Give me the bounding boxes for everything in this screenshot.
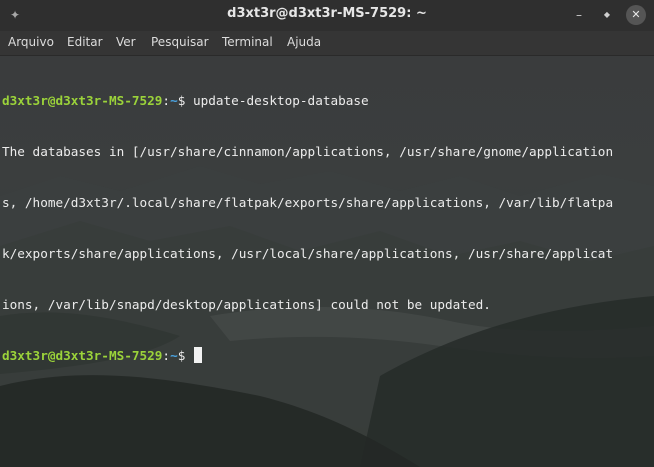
menu-terminal[interactable]: Terminal: [222, 35, 273, 49]
prompt-separator: :: [162, 93, 171, 108]
output-line: The databases in [/usr/share/cinnamon/ap…: [2, 144, 614, 159]
output-line: k/exports/share/applications, /usr/local…: [2, 246, 614, 261]
minimize-button[interactable]: –: [568, 4, 590, 26]
prompt-dollar: $: [177, 93, 193, 108]
menu-bar: Arquivo Editar Ver Pesquisar Terminal Aj…: [0, 31, 654, 56]
menu-pesquisar[interactable]: Pesquisar: [151, 35, 209, 49]
output-line: ions, /var/lib/snapd/desktop/application…: [2, 297, 491, 312]
terminal-window: ✦ d3xt3r@d3xt3r-MS-7529: ~ – ◆ ✕ Arquivo…: [0, 0, 654, 467]
command-line: d3xt3r@d3xt3r-MS-7529:~$ update-desktop-…: [2, 92, 652, 109]
prompt-user-host: d3xt3r@d3xt3r-MS-7529: [2, 348, 163, 363]
terminal-output: d3xt3r@d3xt3r-MS-7529:~$ update-desktop-…: [2, 58, 652, 398]
command-text: update-desktop-database: [192, 93, 369, 108]
window-title: d3xt3r@d3xt3r-MS-7529: ~: [227, 6, 427, 21]
prompt-path: ~: [170, 348, 178, 363]
menu-arquivo[interactable]: Arquivo: [8, 35, 54, 49]
prompt-separator: :: [162, 348, 171, 363]
title-bar[interactable]: ✦ d3xt3r@d3xt3r-MS-7529: ~ – ◆ ✕: [0, 0, 654, 31]
menu-editar[interactable]: Editar: [67, 35, 103, 49]
maximize-button[interactable]: ◆: [596, 4, 618, 26]
close-button[interactable]: ✕: [626, 5, 646, 25]
output-line: s, /home/d3xt3r/.local/share/flatpak/exp…: [2, 195, 614, 210]
prompt-dollar: $: [177, 348, 193, 363]
text-cursor[interactable]: [193, 347, 202, 363]
terminal-area[interactable]: d3xt3r@d3xt3r-MS-7529:~$ update-desktop-…: [0, 56, 654, 467]
prompt-path: ~: [170, 93, 178, 108]
menu-ver[interactable]: Ver: [116, 35, 136, 49]
menu-ajuda[interactable]: Ajuda: [287, 35, 321, 49]
prompt-user-host: d3xt3r@d3xt3r-MS-7529: [2, 93, 163, 108]
prompt-line: d3xt3r@d3xt3r-MS-7529:~$: [2, 347, 652, 364]
